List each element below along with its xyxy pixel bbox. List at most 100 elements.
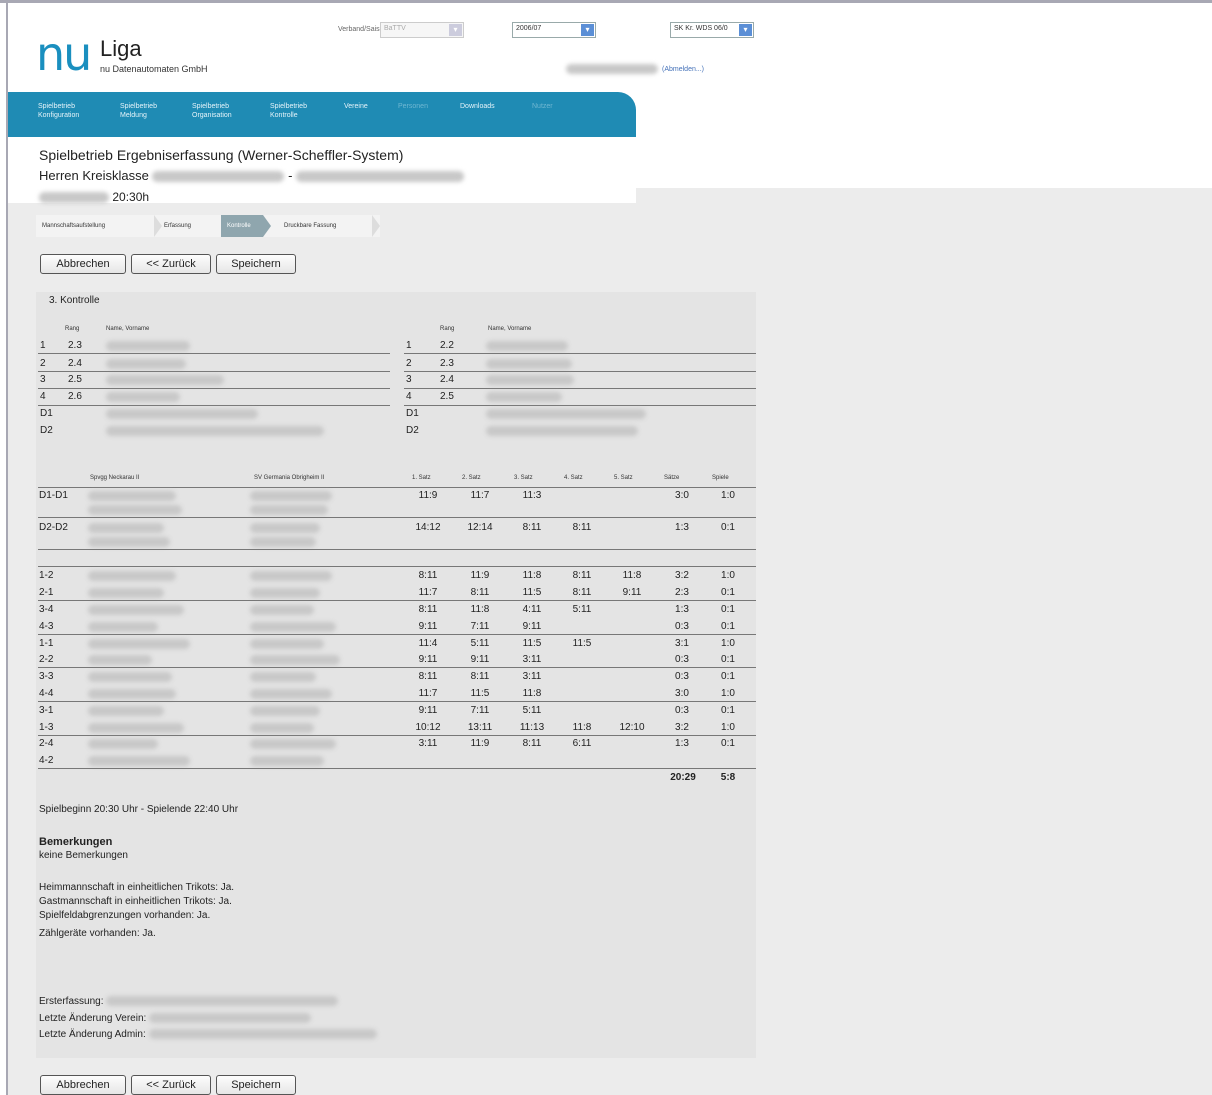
saetze-value: 2:3 — [675, 587, 689, 598]
set-score: 5:11 — [470, 638, 490, 649]
nav-item-spielbetrieb-konfiguration[interactable]: Spielbetrieb Konfiguration — [38, 102, 79, 120]
verband-select[interactable]: BaTTV ▾ — [380, 22, 464, 38]
saetze-value: 0:3 — [675, 654, 689, 665]
match-datetime: 20:30h — [39, 190, 149, 204]
verband-select-value: BaTTV — [384, 25, 406, 32]
saetze-value: 0:3 — [675, 705, 689, 716]
player-name-redacted — [250, 756, 324, 766]
row-divider — [38, 353, 390, 354]
team-separator: - — [288, 168, 293, 183]
player-name-redacted — [250, 639, 324, 649]
match-label: 2-2 — [39, 654, 54, 665]
player-name-redacted — [250, 689, 332, 699]
nav-item-spielbetrieb-organisation[interactable]: Spielbetrieb Organisation — [192, 102, 232, 120]
check-zaehlgeraete: Zählgeräte vorhanden: Ja. — [39, 928, 156, 939]
player-name-redacted — [106, 341, 190, 351]
match-time: 20:30h — [112, 190, 150, 204]
aenderung-verein-redacted — [149, 1013, 312, 1024]
total-saetze: 20:29 — [670, 772, 696, 783]
set-score: 11:5 — [522, 587, 542, 598]
set-score: 3:11 — [522, 654, 542, 665]
set-score: 3:11 — [522, 671, 542, 682]
spiele-value: 0:1 — [721, 654, 735, 665]
lineup-pos: 3 — [40, 374, 46, 385]
nav-item-line1: Nutzer — [532, 103, 553, 110]
set-score: 3:11 — [418, 738, 438, 749]
match-label: 4-4 — [39, 688, 54, 699]
set-score: 11:9 — [418, 490, 438, 501]
set-score: 8:11 — [418, 570, 438, 581]
lineup-home-name-header: Name, Vorname — [106, 326, 150, 332]
nav-item-line1: Vereine — [344, 103, 368, 110]
step-mannschaftsaufstellung[interactable]: Mannschaftsaufstellung — [42, 215, 152, 237]
player-name-redacted — [250, 706, 320, 716]
spiele-value: 0:1 — [721, 587, 735, 598]
saetze-value: 1:3 — [675, 738, 689, 749]
save-button-bottom[interactable]: Speichern — [216, 1075, 296, 1095]
nav-item-nutzer[interactable]: Nutzer — [532, 102, 553, 111]
lineup-rang: 2.2 — [440, 340, 454, 351]
nav-item-spielbetrieb-meldung[interactable]: Spielbetrieb Meldung — [120, 102, 157, 120]
player-name-redacted — [88, 537, 170, 547]
lineup-guest-name-header: Name, Vorname — [488, 326, 532, 332]
gruppe-select[interactable]: SK Kr. WDS 06/0 ▾ — [670, 22, 754, 38]
spiele-value: 0:1 — [721, 621, 735, 632]
match-subtitle: Herren Kreisklasse - — [39, 168, 465, 183]
nav-item-personen[interactable]: Personen — [398, 102, 428, 111]
spiele-value: 1:0 — [721, 688, 735, 699]
nav-item-line1: Downloads — [460, 103, 495, 110]
player-name-redacted — [250, 537, 316, 547]
lineup-pos: D1 — [40, 408, 53, 419]
save-button[interactable]: Speichern — [216, 254, 296, 274]
cancel-button[interactable]: Abbrechen — [40, 254, 126, 274]
logout-link[interactable]: (Abmelden...) — [662, 66, 704, 73]
lineup-rang: 2.6 — [68, 391, 82, 402]
step-erfassung[interactable]: Erfassung — [164, 215, 216, 237]
step-druckbare-fassung[interactable]: Druckbare Fassung — [284, 215, 374, 237]
lineup-pos: 1 — [406, 340, 412, 351]
set-score: 11:5 — [572, 638, 592, 649]
chevron-down-icon: ▾ — [739, 24, 752, 36]
player-name-redacted — [88, 723, 184, 733]
wizard-steps: Mannschaftsaufstellung Erfassung Kontrol… — [36, 215, 380, 237]
set-score: 11:8 — [572, 722, 592, 733]
set-score: 11:9 — [470, 738, 490, 749]
spiele-header: Spiele — [712, 475, 729, 481]
set-score: 11:8 — [522, 688, 542, 699]
spiele-value: 0:1 — [721, 738, 735, 749]
player-name-redacted — [250, 622, 336, 632]
row-divider — [38, 549, 756, 550]
step-kontrolle[interactable]: Kontrolle — [221, 215, 263, 237]
lineup-rang: 2.4 — [68, 358, 82, 369]
saison-select[interactable]: 2006/07 ▾ — [512, 22, 596, 38]
nav-item-vereine[interactable]: Vereine — [344, 102, 368, 111]
check-heimtrikots: Heimmannschaft in einheitlichen Trikots:… — [39, 882, 235, 893]
nav-item-line2: Kontrolle — [270, 112, 298, 119]
cancel-button-bottom[interactable]: Abbrechen — [40, 1075, 126, 1095]
player-name-redacted — [250, 588, 320, 598]
player-name-redacted — [250, 672, 316, 682]
saison-select-value: 2006/07 — [516, 25, 542, 32]
saetze-value: 1:3 — [675, 604, 689, 615]
spiele-value: 1:0 — [721, 638, 735, 649]
spiele-value: 0:1 — [721, 705, 735, 716]
row-divider — [38, 667, 756, 668]
player-name-redacted — [486, 341, 568, 351]
check-spielfeld: Spielfeldabgrenzungen vorhanden: Ja. — [39, 910, 211, 921]
player-name-redacted — [250, 491, 332, 501]
match-label: D2-D2 — [39, 522, 68, 533]
lineup-pos: D2 — [40, 425, 53, 436]
player-name-redacted — [88, 523, 164, 533]
back-button-bottom[interactable]: << Zurück — [131, 1075, 211, 1095]
set-score: 11:8 — [622, 570, 642, 581]
back-button[interactable]: << Zurück — [131, 254, 211, 274]
player-name-redacted — [250, 739, 336, 749]
bemerkungen-text: keine Bemerkungen — [39, 850, 128, 861]
match-label: 2-4 — [39, 738, 54, 749]
set2-header: 2. Satz — [462, 475, 481, 481]
nav-item-spielbetrieb-kontrolle[interactable]: Spielbetrieb Kontrolle — [270, 102, 307, 120]
nav-item-downloads[interactable]: Downloads — [460, 102, 495, 111]
aenderung-verein: Letzte Änderung Verein: — [39, 1013, 312, 1025]
player-name-redacted — [88, 639, 190, 649]
nav-item-line2: Konfiguration — [38, 112, 80, 119]
